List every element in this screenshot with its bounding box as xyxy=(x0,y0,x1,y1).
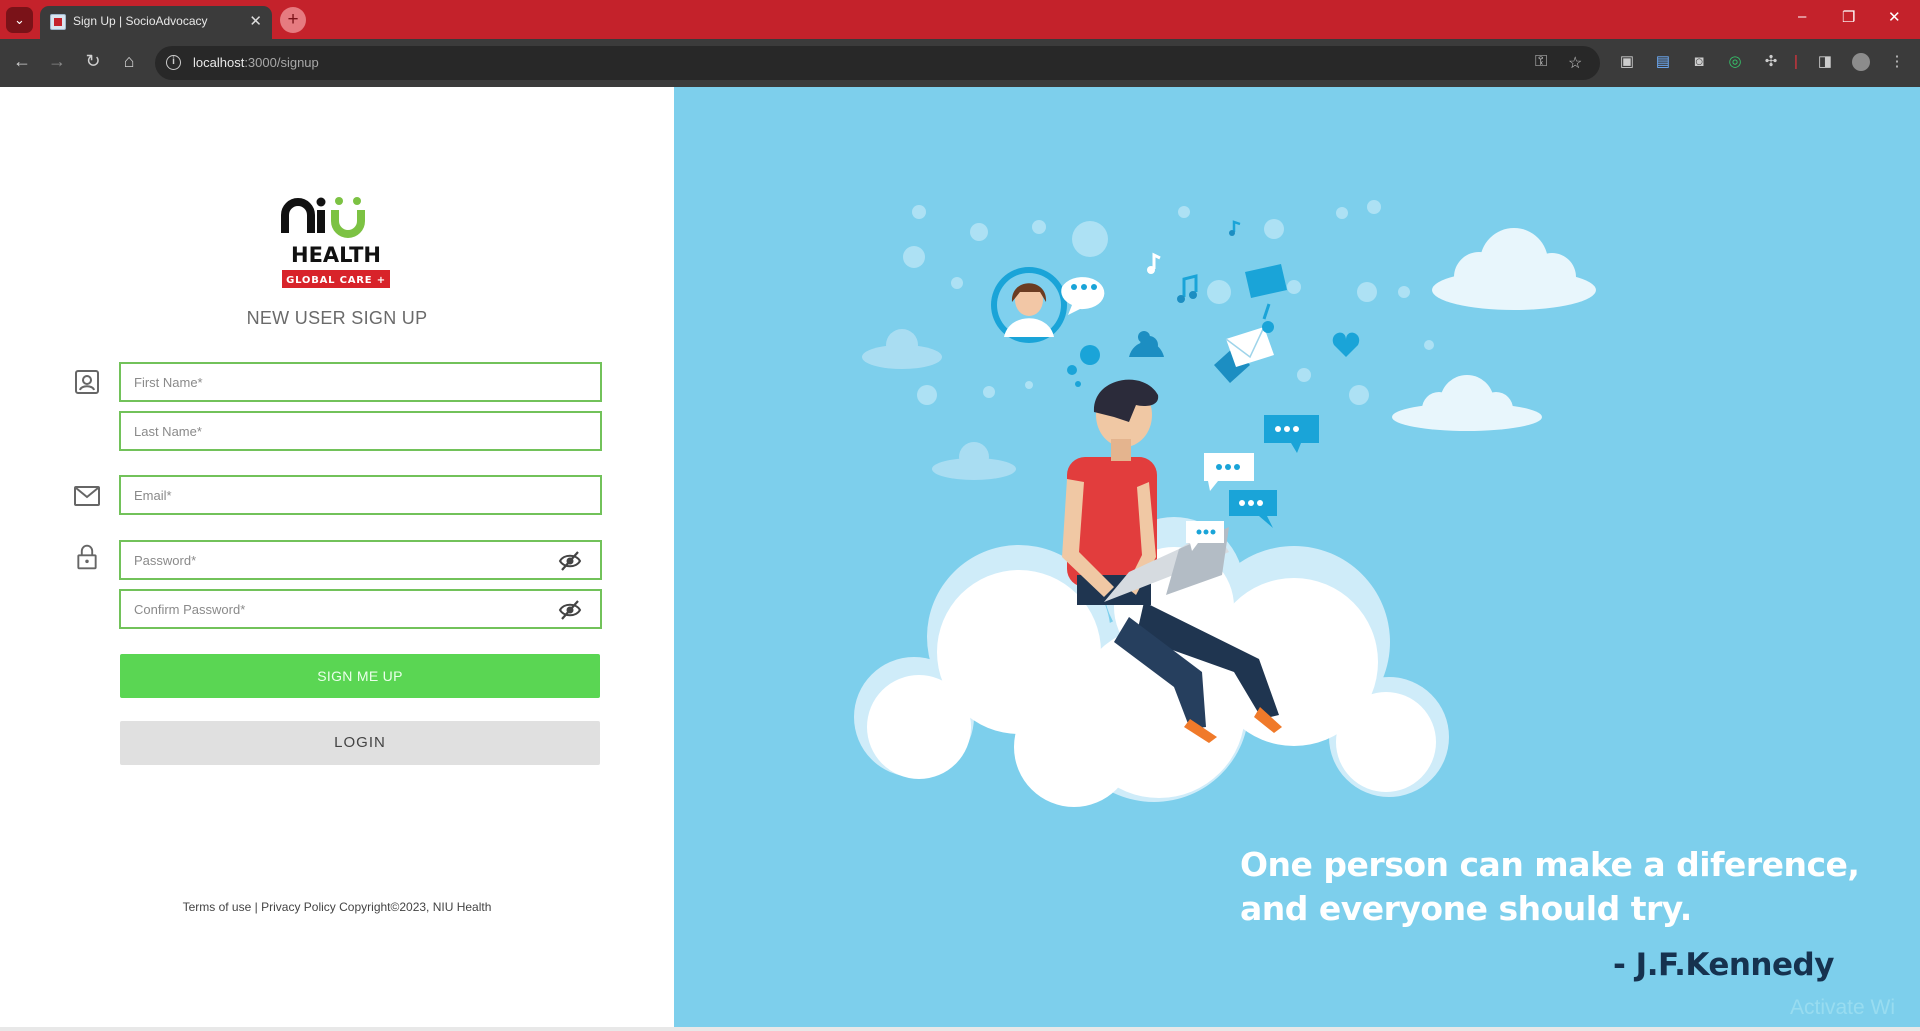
browser-toolbar: ← → ↻ ⌂ i localhost:3000/signup ⚿ ☆ ▣ ▤ … xyxy=(0,39,1920,87)
quote-line-2: and everyone should try. xyxy=(1240,889,1692,928)
home-icon[interactable]: ⌂ xyxy=(116,51,142,72)
first-name-placeholder: First Name* xyxy=(134,375,203,390)
camera-icon[interactable]: ◙ xyxy=(1690,53,1708,71)
tab-close-icon[interactable]: ✕ xyxy=(249,12,262,30)
address-bar[interactable]: i localhost:3000/signup ⚿ ☆ xyxy=(155,46,1600,80)
eye-off-icon[interactable] xyxy=(558,599,582,621)
back-icon[interactable]: ← xyxy=(9,51,35,72)
sign-up-button[interactable]: SIGN ME UP xyxy=(120,654,600,698)
menu-kebab-icon[interactable]: ⋮ xyxy=(1888,53,1906,71)
copyright-label: Copyright xyxy=(339,900,391,914)
reload-icon[interactable]: ↻ xyxy=(80,51,106,72)
extension-circle-icon[interactable]: ◎ xyxy=(1726,53,1744,71)
extensions-puzzle-icon[interactable]: ✣ xyxy=(1762,53,1780,71)
quote-author: - J.F.Kennedy xyxy=(1613,947,1834,983)
signup-panel: HEALTH GLOBAL CARE + NEW USER SIGN UP Fi… xyxy=(0,87,674,1027)
restore-button[interactable]: ❐ xyxy=(1842,8,1855,26)
privacy-link[interactable]: Privacy Policy xyxy=(261,900,336,914)
new-tab-button[interactable]: + xyxy=(280,7,306,33)
forward-icon[interactable]: → xyxy=(44,51,70,72)
terms-link[interactable]: Terms of use xyxy=(183,900,252,914)
page: HEALTH GLOBAL CARE + NEW USER SIGN UP Fi… xyxy=(0,87,1920,1027)
user-profile-icon xyxy=(75,370,99,394)
password-placeholder: Password* xyxy=(134,553,197,568)
footer: Terms of use | Privacy Policy Copyright©… xyxy=(0,900,674,914)
divider-icon: | xyxy=(1794,53,1798,70)
last-name-input[interactable]: Last Name* xyxy=(119,411,602,451)
mail-icon xyxy=(74,486,100,506)
quote-line-1: One person can make a diference, xyxy=(1240,845,1860,884)
confirm-password-placeholder: Confirm Password* xyxy=(134,602,246,617)
logo-health-text: HEALTH xyxy=(291,243,381,267)
site-info-icon[interactable]: i xyxy=(166,55,181,70)
tab-title: Sign Up | SocioAdvocacy xyxy=(73,14,208,28)
browser-tab[interactable]: Sign Up | SocioAdvocacy ✕ xyxy=(40,6,272,39)
hero-panel: One person can make a diference, and eve… xyxy=(674,87,1920,1027)
logo-tagline-text: GLOBAL CARE + xyxy=(286,275,386,286)
confirm-password-input[interactable]: Confirm Password* xyxy=(119,589,602,629)
url-text[interactable]: localhost:3000/signup xyxy=(193,55,319,70)
copyright-text: 2023, NIU Health xyxy=(399,900,492,914)
login-button[interactable]: LOGIN xyxy=(120,721,600,765)
favicon-icon xyxy=(50,14,66,30)
first-name-input[interactable]: First Name* xyxy=(119,362,602,402)
extension-docs-icon[interactable]: ▤ xyxy=(1654,53,1672,71)
logo-mark xyxy=(281,197,365,238)
page-title: NEW USER SIGN UP xyxy=(246,308,428,328)
last-name-placeholder: Last Name* xyxy=(134,424,202,439)
bottom-strip xyxy=(0,1027,1920,1031)
profile-avatar[interactable] xyxy=(1852,53,1870,71)
chevron-down-icon: ⌄ xyxy=(14,12,25,27)
hero-quote: One person can make a diference, and eve… xyxy=(1240,843,1860,931)
tab-search-button[interactable]: ⌄ xyxy=(6,7,33,33)
password-key-icon[interactable]: ⚿ xyxy=(1535,53,1547,71)
windows-activation-watermark: Activate Wi xyxy=(1790,996,1896,1019)
minimize-button[interactable]: – xyxy=(1798,8,1806,25)
lock-icon xyxy=(77,544,97,570)
extension-screen-icon[interactable]: ▣ xyxy=(1618,53,1636,71)
password-input[interactable]: Password* xyxy=(119,540,602,580)
close-window-button[interactable]: ✕ xyxy=(1888,8,1901,26)
footer-separator: | xyxy=(254,900,258,914)
eye-off-icon[interactable] xyxy=(558,550,582,572)
email-input[interactable]: Email* xyxy=(119,475,602,515)
browser-tab-bar: ⌄ Sign Up | SocioAdvocacy ✕ + – ❐ ✕ xyxy=(0,0,1920,39)
side-panel-icon[interactable]: ◨ xyxy=(1816,53,1834,71)
niu-health-logo: HEALTH GLOBAL CARE + xyxy=(281,197,390,288)
email-placeholder: Email* xyxy=(134,488,172,503)
bookmark-star-icon[interactable]: ☆ xyxy=(1568,53,1582,73)
